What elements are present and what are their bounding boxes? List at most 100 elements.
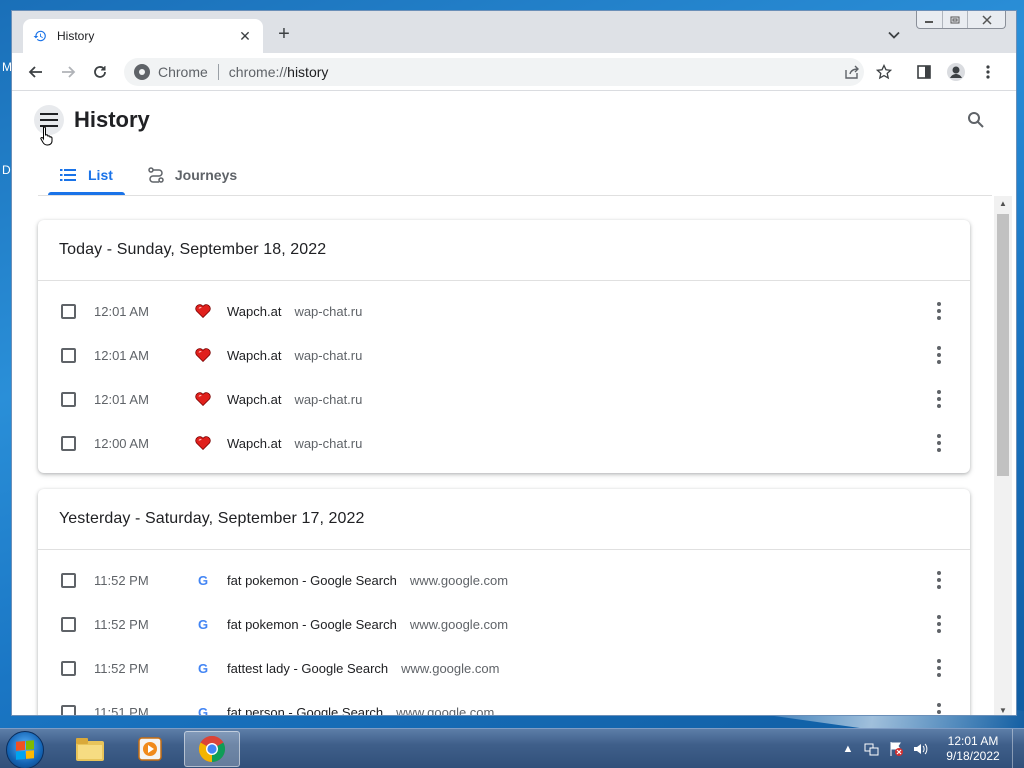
entry-checkbox[interactable] [61, 347, 76, 363]
entry-more-actions-icon[interactable] [931, 301, 947, 321]
side-panel-icon[interactable] [914, 62, 934, 82]
action-center-flag-icon[interactable] [888, 741, 904, 757]
entry-checkbox[interactable] [61, 660, 76, 676]
history-entry[interactable]: 12:00 AM Wapch.at wap-chat.ru [38, 421, 970, 465]
entry-more-actions-icon[interactable] [931, 345, 947, 365]
chrome-logo-icon [198, 735, 226, 763]
tab-list-label: List [88, 167, 113, 183]
entry-checkbox[interactable] [61, 435, 76, 451]
history-entry[interactable]: 12:01 AM Wapch.at wap-chat.ru [38, 289, 970, 333]
entry-domain: wap-chat.ru [294, 303, 363, 319]
entry-checkbox[interactable] [61, 572, 76, 588]
entry-more-actions-icon[interactable] [931, 658, 947, 678]
chrome-window: History ✕ + Chrome chrome:// history His… [11, 10, 1017, 716]
entry-time: 11:52 PM [94, 616, 149, 632]
entry-title-link[interactable]: Wapch.at [227, 304, 281, 319]
windows-taskbar: ▲ 12:01 AM 9/18/2022 [0, 728, 1024, 768]
address-bar[interactable]: Chrome chrome://history [124, 58, 864, 86]
search-icon[interactable] [967, 111, 987, 131]
share-icon[interactable] [842, 62, 862, 82]
tab-journeys[interactable]: Journeys [135, 155, 249, 195]
history-entry[interactable]: 11:52 PM G fat pokemon - Google Search ww… [38, 558, 970, 602]
forward-arrow-icon[interactable] [58, 62, 78, 82]
entry-title-link[interactable]: Wapch.at [227, 392, 281, 407]
entry-title-link[interactable]: Wapch.at [227, 436, 281, 451]
journeys-icon [147, 166, 165, 184]
entry-more-actions-icon[interactable] [931, 433, 947, 453]
entry-time: 11:52 PM [94, 572, 149, 588]
clock-time: 12:01 AM [947, 734, 999, 748]
system-tray: ▲ [840, 729, 928, 768]
url-scheme: chrome:// [228, 64, 288, 80]
tab-journeys-label: Journeys [174, 167, 238, 183]
bookmark-star-icon[interactable] [874, 62, 894, 82]
entry-time: 12:01 AM [94, 347, 149, 363]
entry-title-link[interactable]: fat person - Google Search [227, 705, 383, 716]
entry-checkbox[interactable] [61, 303, 76, 319]
entry-domain: www.google.com [401, 660, 500, 676]
new-tab-button[interactable]: + [274, 24, 294, 45]
omnibox-chip-label: Chrome [158, 64, 208, 80]
start-button[interactable] [6, 731, 44, 768]
volume-icon[interactable] [912, 741, 928, 757]
tab-close-icon[interactable]: ✕ [237, 28, 253, 45]
taskbar-clock[interactable]: 12:01 AM 9/18/2022 [940, 734, 1006, 764]
entry-checkbox[interactable] [61, 704, 76, 715]
more-menu-icon[interactable] [978, 62, 998, 82]
windows-logo-icon [16, 740, 34, 760]
entry-more-actions-icon[interactable] [931, 389, 947, 409]
day-heading: Yesterday - Saturday, September 17, 2022 [38, 489, 970, 550]
entry-title-link[interactable]: fat pokemon - Google Search [227, 617, 397, 632]
profile-avatar-icon[interactable] [946, 62, 966, 82]
entry-checkbox[interactable] [61, 616, 76, 632]
google-icon: G [197, 660, 209, 676]
scroll-down-arrow-icon[interactable]: ▼ [994, 703, 1012, 715]
url-host: history [287, 64, 329, 80]
tab-list[interactable]: List [48, 155, 125, 195]
show-desktop-button[interactable] [1012, 729, 1024, 768]
reload-icon[interactable] [90, 62, 110, 82]
google-icon: G [197, 572, 209, 588]
history-icon [33, 28, 49, 44]
history-entry[interactable]: 11:51 PM G fat person - Google Search www… [38, 690, 970, 716]
scroll-up-arrow-icon[interactable]: ▲ [994, 196, 1012, 210]
scroll-thumb[interactable] [997, 214, 1009, 476]
media-player-icon [138, 737, 162, 761]
network-icon[interactable] [864, 741, 880, 757]
window-controls [916, 11, 1006, 29]
entry-title-link[interactable]: Wapch.at [227, 348, 281, 363]
entry-time: 11:51 PM [94, 704, 149, 716]
page-title: History [74, 107, 150, 132]
history-list: Today - Sunday, September 18, 2022 12:01… [12, 196, 994, 716]
taskbar-chrome[interactable] [184, 731, 240, 767]
taskbar-media-player[interactable] [122, 731, 178, 767]
history-entry[interactable]: 11:52 PM G fat pokemon - Google Search ww… [38, 602, 970, 646]
entry-checkbox[interactable] [61, 391, 76, 407]
minimize-button[interactable] [917, 11, 943, 28]
tab-history[interactable]: History ✕ [23, 19, 263, 53]
folder-icon [76, 738, 104, 761]
entry-more-actions-icon[interactable] [931, 702, 947, 715]
entry-title-link[interactable]: fattest lady - Google Search [227, 661, 388, 676]
entry-domain: wap-chat.ru [294, 391, 363, 407]
entry-more-actions-icon[interactable] [931, 614, 947, 634]
taskbar-explorer[interactable] [62, 731, 118, 767]
list-icon [60, 166, 78, 184]
history-entry[interactable]: 12:01 AM Wapch.at wap-chat.ru [38, 333, 970, 377]
tab-search-chevron-icon[interactable] [886, 27, 902, 43]
entry-more-actions-icon[interactable] [931, 570, 947, 590]
entry-title-link[interactable]: fat pokemon - Google Search [227, 573, 397, 588]
show-hidden-icons-arrow-icon[interactable]: ▲ [840, 741, 856, 757]
chrome-logo-icon [134, 64, 150, 80]
restore-button[interactable] [943, 11, 969, 28]
google-icon: G [197, 704, 209, 716]
page-scrollbar[interactable]: ▲ ▼ [994, 196, 1012, 715]
back-arrow-icon[interactable] [26, 62, 46, 82]
entry-time: 12:00 AM [94, 435, 149, 451]
entry-domain: www.google.com [396, 704, 495, 716]
heart-icon [195, 391, 211, 407]
entry-domain: wap-chat.ru [294, 347, 363, 363]
close-window-button[interactable] [968, 11, 1005, 28]
history-entry[interactable]: 12:01 AM Wapch.at wap-chat.ru [38, 377, 970, 421]
history-entry[interactable]: 11:52 PM G fattest lady - Google Search w… [38, 646, 970, 690]
